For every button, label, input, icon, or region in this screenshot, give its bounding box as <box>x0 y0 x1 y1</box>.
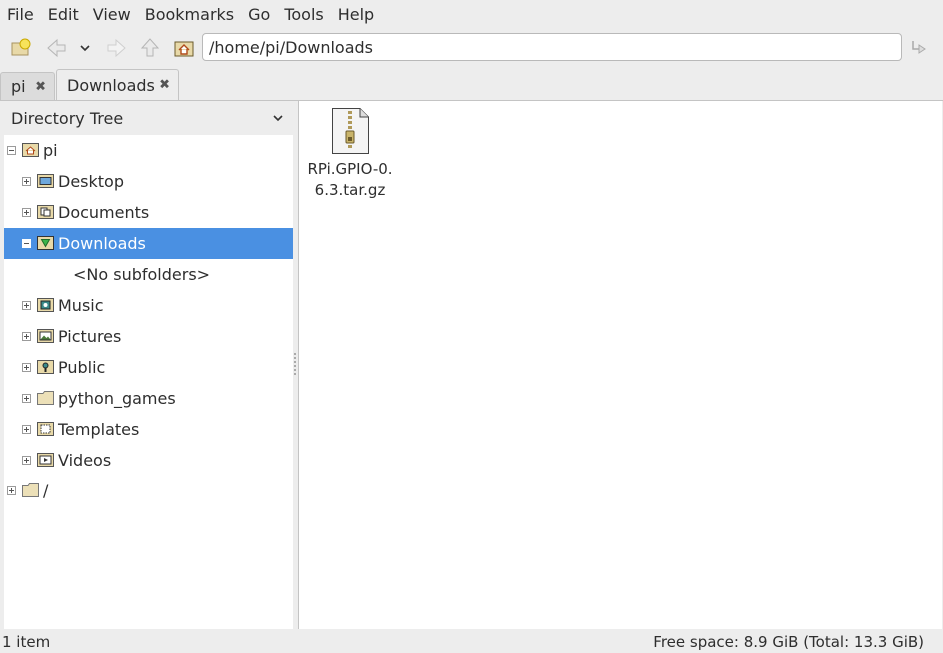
file-item[interactable]: RPi.GPIO-0.6.3.tar.gz <box>307 107 393 201</box>
tree-item-label: pi <box>43 141 58 160</box>
expand-icon[interactable] <box>22 456 31 465</box>
menu-view[interactable]: View <box>86 0 138 29</box>
menu-edit[interactable]: Edit <box>41 0 86 29</box>
go-icon <box>912 41 926 54</box>
file-name: RPi.GPIO-0.6.3.tar.gz <box>307 160 393 199</box>
tree-item-label: / <box>43 481 49 500</box>
new-tab-button[interactable] <box>7 34 35 62</box>
tree-item-downloads[interactable]: Downloads <box>4 228 293 259</box>
expand-icon[interactable] <box>22 425 31 434</box>
tab-pi[interactable]: pi ✖ <box>0 72 55 100</box>
menu-bookmarks[interactable]: Bookmarks <box>138 0 241 29</box>
home-button[interactable] <box>170 34 198 62</box>
expand-icon[interactable] <box>22 301 31 310</box>
tree-item-label: Downloads <box>58 234 146 253</box>
archive-icon <box>332 108 369 154</box>
menubar: File Edit View Bookmarks Go Tools Help <box>0 0 943 29</box>
forward-arrow-icon <box>107 38 126 58</box>
history-dropdown-button[interactable] <box>72 34 98 62</box>
file-view[interactable]: RPi.GPIO-0.6.3.tar.gz <box>298 101 942 629</box>
tree-item-label: Documents <box>58 203 150 222</box>
side-pane-mode-selector[interactable]: Directory Tree <box>4 102 293 135</box>
expand-icon[interactable] <box>22 177 31 186</box>
tree-item-label: <No subfolders> <box>73 265 211 284</box>
tree-item-label: Pictures <box>58 327 122 346</box>
tree-item-music[interactable]: Music <box>4 290 293 321</box>
side-pane-mode-label: Directory Tree <box>11 109 124 128</box>
tree-item-documents[interactable]: Documents <box>4 197 293 228</box>
tab-label: pi <box>11 77 26 96</box>
desktop-folder-icon <box>37 174 54 188</box>
menu-help[interactable]: Help <box>331 0 381 29</box>
item-count: 1 item <box>2 632 51 651</box>
back-arrow-icon <box>47 38 66 58</box>
pictures-folder-icon <box>37 329 54 343</box>
home-icon <box>174 41 194 57</box>
go-button[interactable] <box>906 34 934 62</box>
tree-item-templates[interactable]: Templates <box>4 414 293 445</box>
menu-go[interactable]: Go <box>241 0 277 29</box>
templates-folder-icon <box>37 422 54 436</box>
up-button[interactable] <box>136 34 164 62</box>
splitter-grip <box>294 353 296 377</box>
tab-downloads[interactable]: Downloads ✖ <box>56 69 179 100</box>
up-arrow-icon <box>140 38 160 57</box>
new-tab-icon <box>11 38 31 56</box>
tree-item-root[interactable]: / <box>4 475 293 506</box>
status-bar: 1 item Free space: 8.9 GiB (Total: 13.3 … <box>0 630 943 653</box>
tree-item-label: python_games <box>58 389 176 408</box>
expand-icon[interactable] <box>22 363 31 372</box>
location-bar[interactable] <box>202 33 902 61</box>
tree-item-label: Music <box>58 296 104 315</box>
tree-item-python-games[interactable]: python_games <box>4 383 293 414</box>
forward-button[interactable] <box>103 34 131 62</box>
folder-icon <box>22 483 39 497</box>
videos-folder-icon <box>37 453 54 467</box>
collapse-icon[interactable] <box>7 146 16 155</box>
free-space: Free space: 8.9 GiB (Total: 13.3 GiB) <box>653 632 924 651</box>
tree-item-no-subfolders: <No subfolders> <box>4 259 293 290</box>
tree-item-label: Videos <box>58 451 112 470</box>
tree-item-label: Desktop <box>58 172 124 191</box>
expand-icon[interactable] <box>22 394 31 403</box>
folder-icon <box>37 391 54 405</box>
tree-item-public[interactable]: Public <box>4 352 293 383</box>
chevron-down-icon <box>273 115 283 122</box>
expand-icon[interactable] <box>22 208 31 217</box>
back-button[interactable] <box>42 34 70 62</box>
downloads-folder-icon <box>37 236 54 250</box>
menu-file[interactable]: File <box>0 0 41 29</box>
documents-folder-icon <box>37 205 54 219</box>
tree-item-label: Templates <box>58 420 140 439</box>
expand-icon[interactable] <box>22 332 31 341</box>
close-icon[interactable]: ✖ <box>159 78 170 93</box>
tree-item-label: Public <box>58 358 106 377</box>
tab-bar: pi ✖ Downloads ✖ <box>0 69 943 101</box>
tree-item-desktop[interactable]: Desktop <box>4 166 293 197</box>
menu-tools[interactable]: Tools <box>277 0 330 29</box>
tree-item-videos[interactable]: Videos <box>4 445 293 476</box>
collapse-icon[interactable] <box>22 239 31 248</box>
chevron-down-icon <box>80 45 90 52</box>
directory-tree[interactable]: pi Desktop Documents Downloads <No subfo… <box>4 135 293 629</box>
music-folder-icon <box>37 298 54 312</box>
tree-item-pi[interactable]: pi <box>4 135 293 166</box>
expand-icon[interactable] <box>7 486 16 495</box>
home-folder-icon <box>22 143 39 157</box>
close-icon[interactable]: ✖ <box>35 79 46 94</box>
tab-label: Downloads <box>67 75 155 95</box>
tree-item-pictures[interactable]: Pictures <box>4 321 293 352</box>
public-folder-icon <box>37 360 54 374</box>
